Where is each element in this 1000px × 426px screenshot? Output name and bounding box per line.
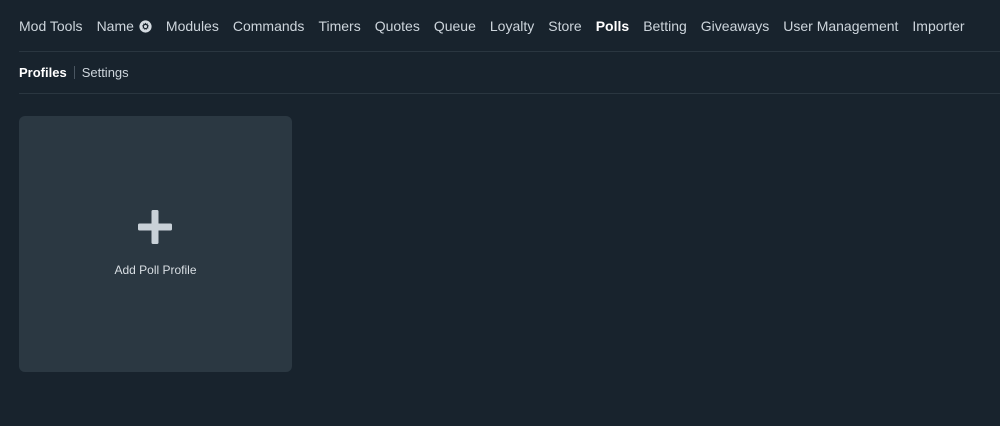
gear-icon[interactable] — [139, 19, 152, 33]
nav-label: Loyalty — [489, 18, 535, 34]
nav-label: User Management — [783, 18, 899, 34]
nav-importer[interactable]: Importer — [912, 0, 964, 52]
nav-user-management[interactable]: User Management — [783, 0, 898, 52]
nav-label: Name — [96, 18, 134, 34]
nav-loyalty[interactable]: Loyalty — [490, 0, 534, 52]
nav-label: Commands — [232, 18, 305, 34]
nav-label: Polls — [595, 18, 630, 34]
nav-store[interactable]: Store — [548, 0, 581, 52]
nav-label: Betting — [643, 18, 687, 34]
nav-label: Timers — [318, 18, 361, 34]
nav-label: Giveaways — [700, 18, 770, 34]
nav-betting[interactable]: Betting — [643, 0, 687, 52]
nav-label: Queue — [433, 18, 476, 34]
nav-mod-tools[interactable]: Mod Tools — [19, 0, 83, 52]
nav-label: Store — [548, 18, 582, 34]
tab-profiles[interactable]: Profiles — [19, 65, 67, 80]
tab-divider — [73, 66, 75, 79]
plus-icon — [138, 210, 172, 244]
add-poll-profile-label: Add Poll Profile — [114, 263, 197, 277]
nav-commands[interactable]: Commands — [233, 0, 305, 52]
nav-label: Importer — [912, 18, 965, 34]
nav-polls[interactable]: Polls — [595, 0, 630, 52]
nav-modules[interactable]: Modules — [166, 0, 219, 52]
sub-navigation: Profiles Settings — [19, 52, 1000, 94]
nav-name[interactable]: Name — [97, 0, 152, 52]
tab-settings[interactable]: Settings — [82, 65, 129, 80]
nav-quotes[interactable]: Quotes — [375, 0, 420, 52]
nav-label: Quotes — [374, 18, 420, 34]
nav-timers[interactable]: Timers — [318, 0, 360, 52]
add-poll-profile-card[interactable]: Add Poll Profile — [19, 116, 292, 372]
nav-queue[interactable]: Queue — [434, 0, 476, 52]
nav-giveaways[interactable]: Giveaways — [701, 0, 769, 52]
nav-label: Mod Tools — [19, 18, 83, 34]
top-navigation: Mod Tools Name Modules Commands Timers Q… — [0, 0, 1000, 52]
nav-label: Modules — [165, 18, 219, 34]
